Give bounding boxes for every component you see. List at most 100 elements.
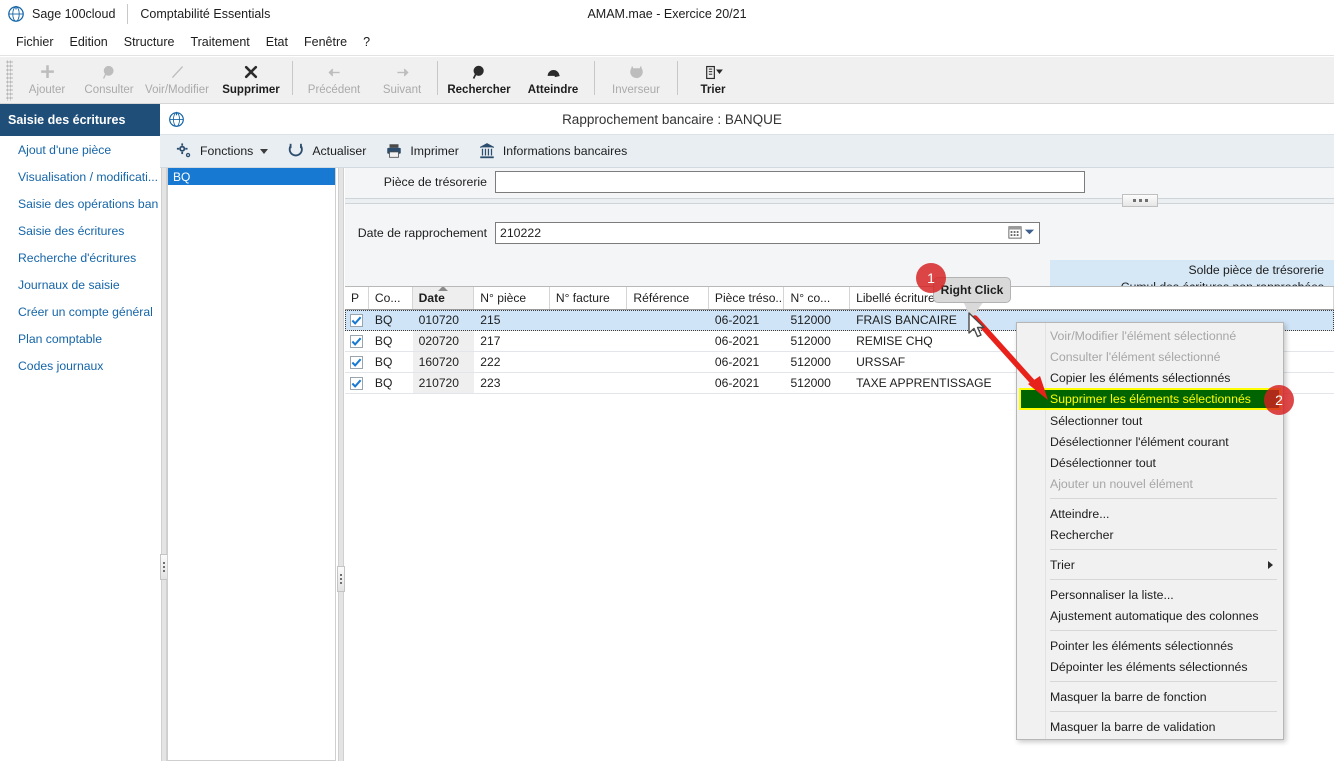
column-header-reference[interactable]: Référence (627, 287, 709, 309)
date-band: Date de rapprochement 210222 (345, 209, 1334, 279)
column-header-n-facture[interactable]: N° facture (550, 287, 628, 309)
sidebar-item-creer-compte[interactable]: Créer un compte général (0, 298, 160, 325)
context-menu-item-depointer[interactable]: Dépointer les éléments sélectionnés (1017, 656, 1283, 677)
sage-globe-icon (7, 5, 25, 23)
pencil-icon (169, 61, 186, 83)
row-checkbox-cell[interactable] (345, 352, 369, 372)
checkbox-icon[interactable] (350, 314, 363, 327)
sort-list-icon (704, 61, 723, 83)
context-menu-item-deselectionner-tout[interactable]: Désélectionner tout (1017, 452, 1283, 473)
toolbar-precedent-button[interactable]: Précédent (297, 57, 371, 101)
cell-n-piece: 215 (474, 310, 550, 330)
toolbar-trier-label: Trier (701, 84, 726, 96)
menu-fichier[interactable]: Fichier (8, 32, 62, 52)
toolbar-grip[interactable] (6, 60, 13, 101)
sidebar-item-recherche-ecritures[interactable]: Recherche d'écritures (0, 244, 160, 271)
journal-list-item-bq[interactable]: BQ (168, 168, 335, 185)
horizontal-splitter-grip[interactable] (1122, 194, 1158, 207)
informations-bancaires-button[interactable]: Informations bancaires (477, 141, 627, 161)
chevron-down-icon (260, 149, 268, 154)
row-checkbox-cell[interactable] (345, 373, 369, 393)
mid-splitter-grip[interactable] (337, 566, 345, 592)
sidebar-item-ajout-piece[interactable]: Ajout d'une pièce (0, 136, 160, 163)
row-checkbox-cell[interactable] (345, 331, 369, 351)
brand-label: Sage 100cloud (32, 7, 115, 21)
sidebar-item-saisie-ecritures[interactable]: Saisie des écritures (0, 217, 160, 244)
cross-icon (243, 61, 259, 83)
menu-traitement[interactable]: Traitement (182, 32, 257, 52)
sidebar-item-codes-journaux[interactable]: Codes journaux (0, 352, 160, 379)
toolbar-suivant-button[interactable]: Suivant (371, 57, 433, 101)
checkbox-icon[interactable] (350, 356, 363, 369)
cell-date: 160720 (413, 352, 475, 372)
sage-globe-icon (168, 111, 185, 128)
fonctions-button[interactable]: Fonctions (174, 141, 268, 161)
checkbox-icon[interactable] (350, 377, 363, 390)
printer-icon (384, 141, 404, 161)
column-header-piece-treso[interactable]: Pièce tréso... (709, 287, 785, 309)
sidebar-item-journaux-saisie[interactable]: Journaux de saisie (0, 271, 160, 298)
toolbar-trier-button[interactable]: Trier (682, 57, 744, 101)
context-menu-item-trier[interactable]: Trier (1017, 554, 1283, 575)
cell-date: 020720 (413, 331, 475, 351)
menu-etat[interactable]: Etat (258, 32, 296, 52)
context-menu-item-masquer-fonction[interactable]: Masquer la barre de fonction (1017, 686, 1283, 707)
cell-n-facture (550, 352, 628, 372)
context-menu-separator (1050, 549, 1277, 550)
toolbar-consulter-button[interactable]: Consulter (78, 57, 140, 101)
piece-tresorerie-label: Pièce de trésorerie (345, 175, 487, 189)
toolbar-rechercher-button[interactable]: Rechercher (442, 57, 516, 101)
context-menu-item-selectionner-tout[interactable]: Sélectionner tout (1017, 410, 1283, 431)
column-header-date[interactable]: Date (413, 287, 475, 309)
left-navigation-panel: Saisie des écritures Ajout d'une pièce V… (0, 104, 160, 761)
mid-splitter[interactable] (336, 168, 345, 761)
row-checkbox-cell[interactable] (345, 310, 369, 330)
column-header-n-compte[interactable]: N° co... (784, 287, 850, 309)
context-menu-item-rechercher[interactable]: Rechercher (1017, 524, 1283, 545)
sidebar-item-visualisation[interactable]: Visualisation / modificati... (0, 163, 160, 190)
toolbar-inverseur-label: Inverseur (612, 84, 660, 96)
menu-fenetre[interactable]: Fenêtre (296, 32, 355, 52)
cell-date: 010720 (413, 310, 475, 330)
arrow-right-icon (394, 61, 411, 83)
date-rapprochement-input[interactable]: 210222 (495, 222, 1040, 244)
date-picker-button[interactable] (1002, 224, 1040, 242)
context-menu-item-atteindre[interactable]: Atteindre... (1017, 503, 1283, 524)
piece-tresorerie-input[interactable] (495, 171, 1085, 193)
checkbox-icon[interactable] (350, 335, 363, 348)
column-header-n-piece[interactable]: N° pièce (474, 287, 550, 309)
workspace-title-bar: Rapprochement bancaire : BANQUE (160, 104, 1334, 134)
column-header-code[interactable]: Co... (369, 287, 413, 309)
toolbar-atteindre-button[interactable]: Atteindre (516, 57, 590, 101)
cell-piece-treso: 06-2021 (709, 331, 785, 351)
imprimer-button[interactable]: Imprimer (384, 141, 459, 161)
journal-list[interactable]: BQ (167, 168, 336, 761)
cell-n-facture (550, 331, 628, 351)
context-menu-item-pointer[interactable]: Pointer les éléments sélectionnés (1017, 635, 1283, 656)
toolbar-supprimer-button[interactable]: Supprimer (214, 57, 288, 101)
piece-tresorerie-field-row: Pièce de trésorerie (345, 171, 1085, 193)
sidebar-item-plan-comptable[interactable]: Plan comptable (0, 325, 160, 352)
horizontal-splitter[interactable] (345, 193, 1334, 205)
toolbar-inverseur-button[interactable]: Inverseur (599, 57, 673, 101)
context-menu-item-masquer-validation[interactable]: Masquer la barre de validation (1017, 716, 1283, 737)
context-menu-item-ajouter[interactable]: Ajouter un nouvel élément (1017, 473, 1283, 494)
title-divider (127, 4, 128, 24)
menu-help[interactable]: ? (355, 32, 378, 52)
toolbar-ajouter-button[interactable]: Ajouter (16, 57, 78, 101)
toolbar-voir-modifier-button[interactable]: Voir/Modifier (140, 57, 214, 101)
context-menu-item-ajustement[interactable]: Ajustement automatique des colonnes (1017, 605, 1283, 626)
menu-structure[interactable]: Structure (116, 32, 183, 52)
column-header-p[interactable]: P (345, 287, 369, 309)
menu-edition[interactable]: Edition (62, 32, 116, 52)
cell-n-facture (550, 373, 628, 393)
cell-reference (627, 373, 709, 393)
sidebar-item-operations-bancaires[interactable]: Saisie des opérations ban... (0, 190, 160, 217)
context-menu-item-deselectionner-courant[interactable]: Désélectionner l'élément courant (1017, 431, 1283, 452)
sort-ascending-icon (438, 287, 448, 291)
refresh-arc-icon (628, 61, 645, 83)
piece-tresorerie-band: Pièce de trésorerie (345, 168, 1334, 205)
actualiser-button[interactable]: Actualiser (286, 141, 366, 161)
page-title: Rapprochement bancaire : BANQUE (160, 104, 1334, 134)
context-menu-item-personnaliser[interactable]: Personnaliser la liste... (1017, 584, 1283, 605)
